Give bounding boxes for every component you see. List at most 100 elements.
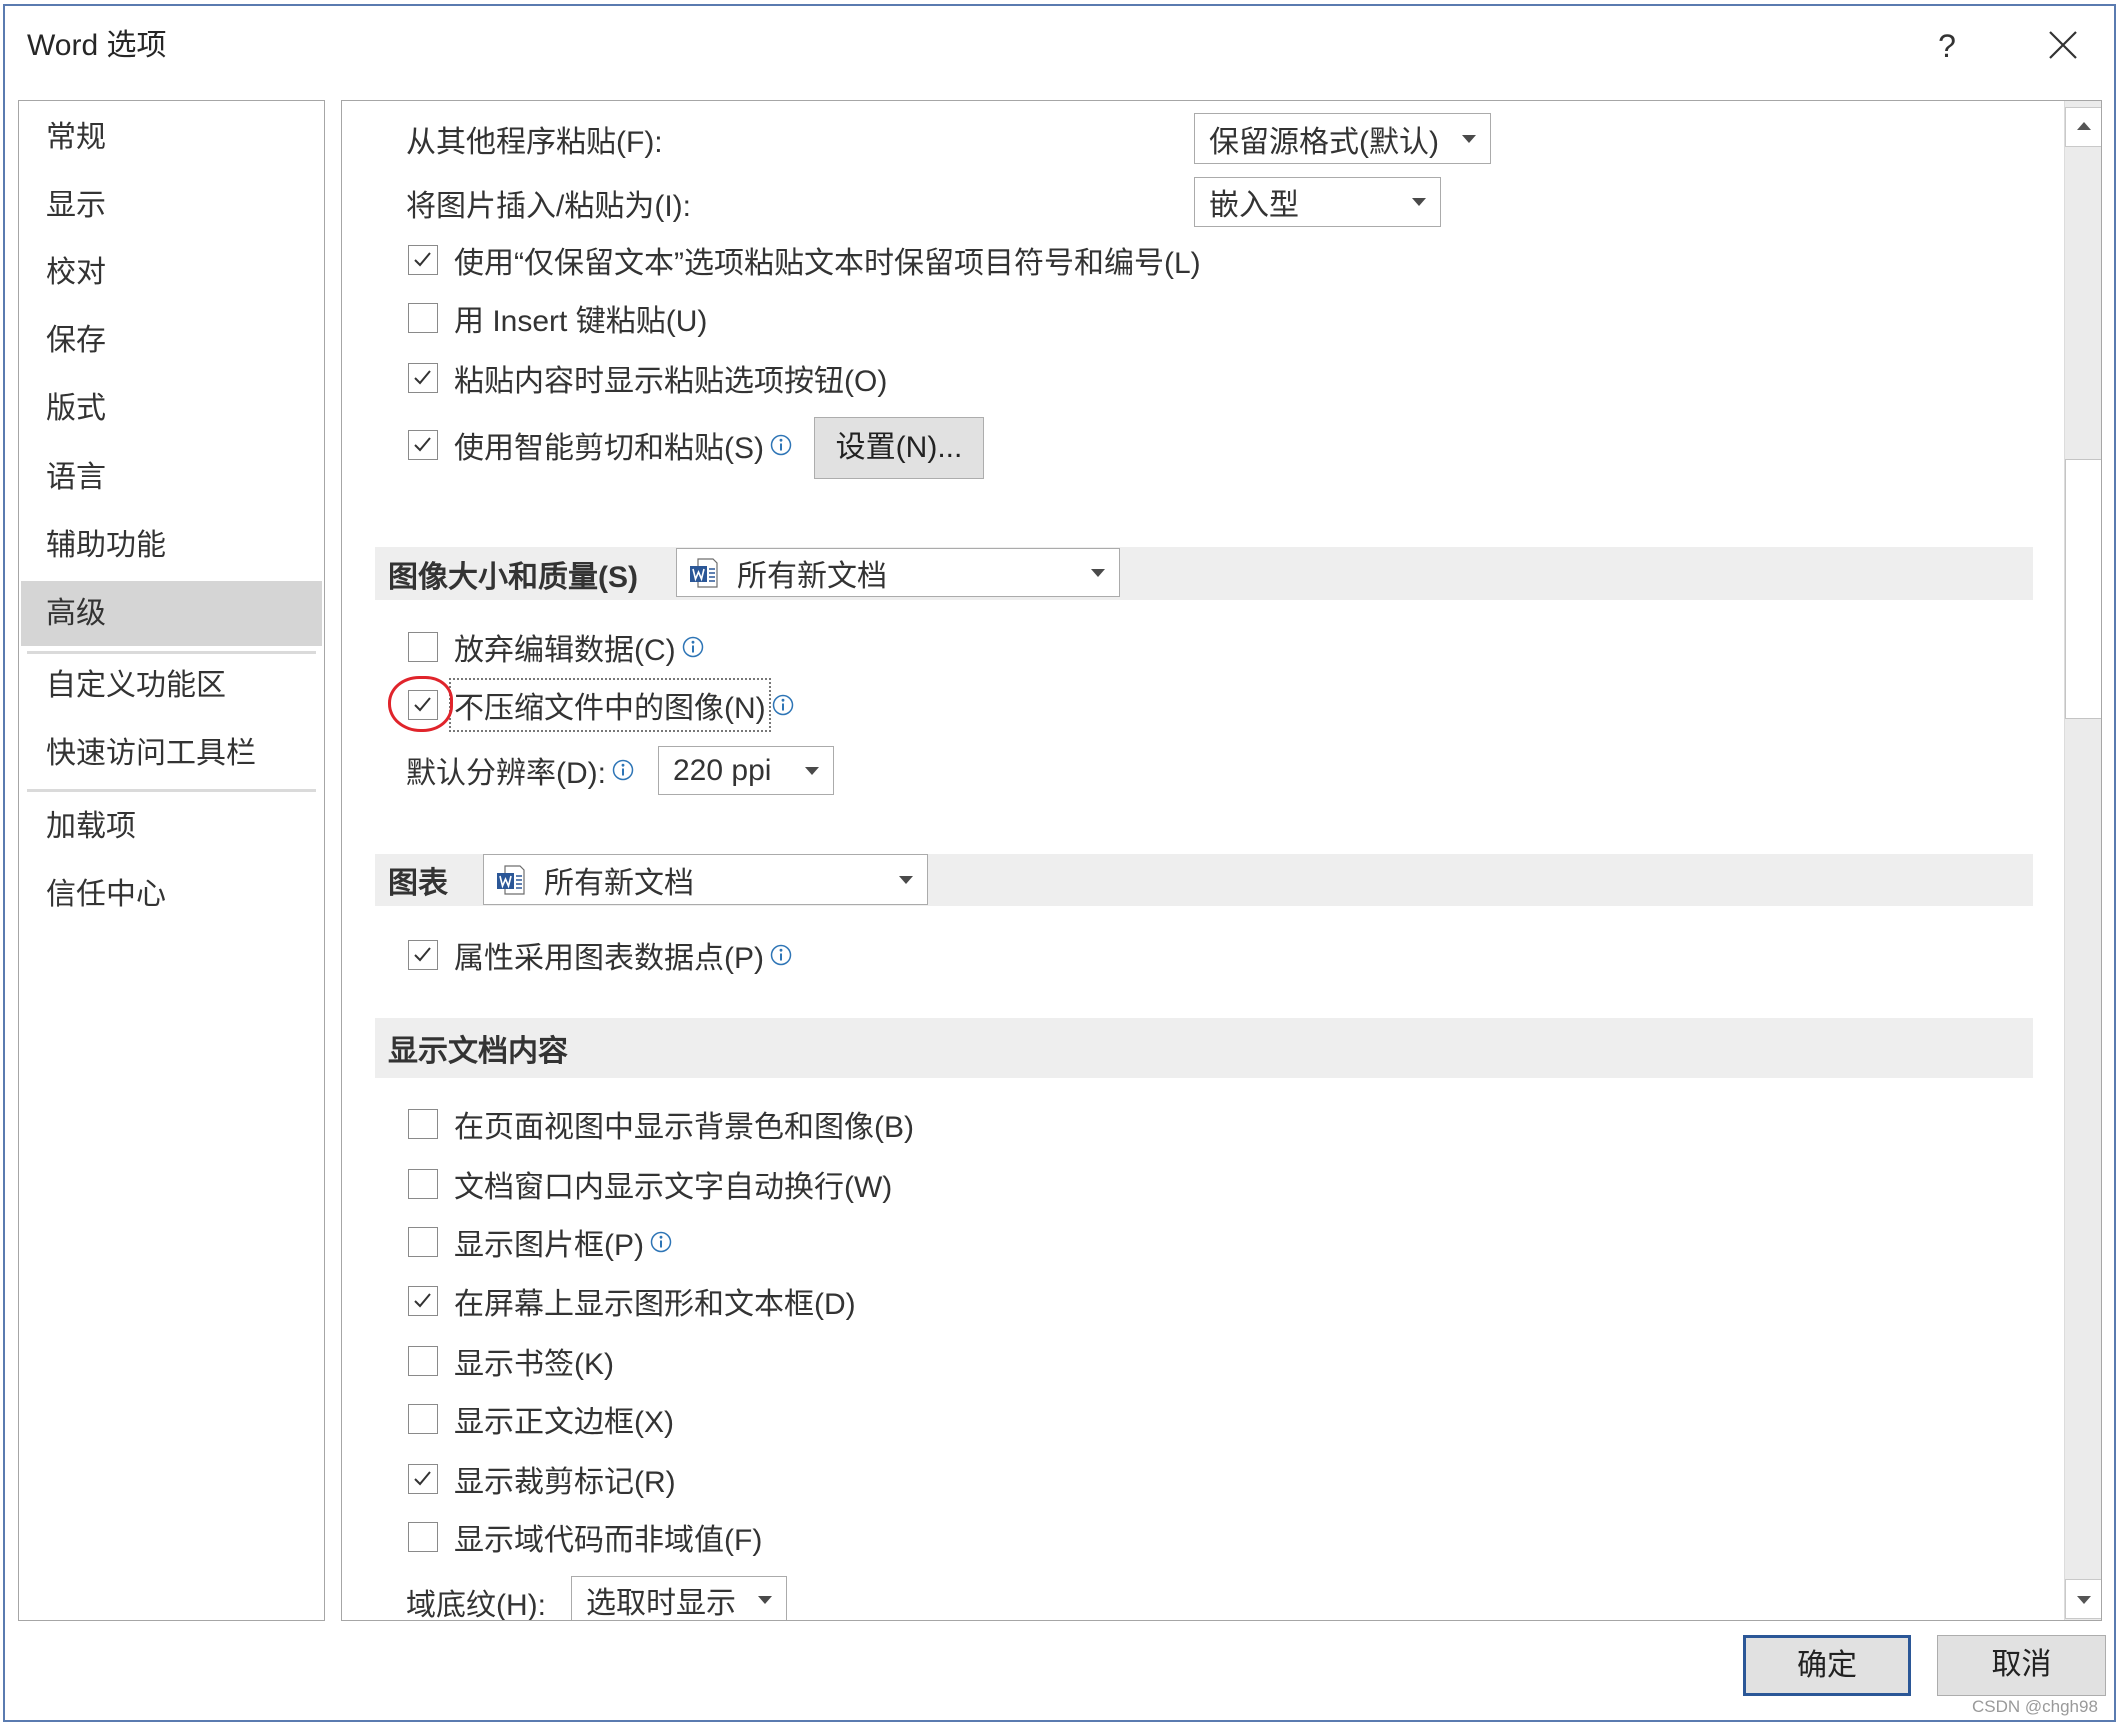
sidebar-item-quick-access-toolbar[interactable]: 快速访问工具栏 [21, 729, 322, 779]
show-document-content-title: 显示文档内容 [388, 1035, 568, 1068]
smart-cut-paste-label[interactable]: 使用智能剪切和粘贴(S) [454, 423, 764, 467]
discard-editing-data-label[interactable]: 放弃编辑数据(C) [454, 625, 676, 669]
discard-editing-data-row: 放弃编辑数据(C) [408, 625, 704, 669]
wrap-text-label[interactable]: 文档窗口内显示文字自动换行(W) [454, 1162, 892, 1206]
paste-options-button-checkbox[interactable] [408, 363, 438, 393]
text-boundaries-label[interactable]: 显示正文边框(X) [454, 1397, 674, 1441]
info-icon[interactable] [770, 434, 792, 456]
paste-other-row: 从其他程序粘贴(F): [406, 117, 663, 161]
chevron-down-icon [1091, 568, 1105, 577]
help-button[interactable]: ? [1925, 24, 1969, 68]
picture-placeholders-checkbox[interactable] [408, 1227, 438, 1257]
dialog-title: Word 选项 [27, 29, 167, 62]
insert-key-paste-checkbox[interactable] [408, 303, 438, 333]
field-codes-label[interactable]: 显示域代码而非域值(F) [454, 1515, 762, 1559]
insert-picture-value: 嵌入型 [1209, 189, 1299, 222]
scrollbar-thumb[interactable] [2065, 459, 2101, 719]
text-boundaries-checkbox[interactable] [408, 1404, 438, 1434]
sidebar-item-advanced[interactable]: 高级 [21, 581, 322, 646]
paste-options-button-label[interactable]: 粘贴内容时显示粘贴选项按钮(O) [454, 356, 887, 400]
default-resolution-dropdown[interactable]: 220 ppi [658, 746, 834, 795]
show-drawings-label[interactable]: 在屏幕上显示图形和文本框(D) [454, 1279, 856, 1323]
field-codes-row: 显示域代码而非域值(F) [408, 1515, 762, 1559]
info-icon[interactable] [682, 636, 704, 658]
sidebar-item-trust-center[interactable]: 信任中心 [21, 870, 322, 920]
field-codes-checkbox[interactable] [408, 1522, 438, 1552]
chart-data-point-checkbox[interactable] [408, 940, 438, 970]
cancel-button[interactable]: 取消 [1937, 1635, 2106, 1696]
scroll-up-button[interactable] [2065, 107, 2101, 147]
sidebar-item-general[interactable]: 常规 [21, 113, 322, 163]
show-background-checkbox[interactable] [408, 1109, 438, 1139]
chevron-down-icon [758, 1596, 772, 1604]
ok-button[interactable]: 确定 [1743, 1635, 1911, 1696]
crop-marks-row: 显示裁剪标记(R) [408, 1457, 676, 1501]
sidebar-item-layout[interactable]: 版式 [21, 384, 322, 434]
image-quality-document-dropdown[interactable]: 所有新文档 [676, 548, 1120, 597]
sidebar-divider [27, 789, 316, 792]
crop-marks-checkbox[interactable] [408, 1464, 438, 1494]
do-not-compress-images-row: 不压缩文件中的图像(N) [408, 678, 794, 732]
image-quality-title: 图像大小和质量(S) [388, 560, 638, 594]
smart-cut-paste-checkbox[interactable] [408, 430, 438, 460]
text-boundaries-row: 显示正文边框(X) [408, 1397, 674, 1441]
field-shading-row: 域底纹(H): [406, 1580, 546, 1621]
sidebar-item-display[interactable]: 显示 [21, 181, 322, 231]
sidebar-item-save[interactable]: 保存 [21, 316, 322, 366]
keep-bullets-label[interactable]: 使用“仅保留文本”选项粘贴文本时保留项目符号和编号(L) [454, 238, 1201, 282]
vertical-scrollbar[interactable] [2064, 101, 2101, 1620]
do-not-compress-images-checkbox[interactable] [408, 690, 438, 720]
image-quality-section-header: 图像大小和质量(S) [375, 547, 2033, 600]
checkmark-icon [414, 947, 431, 962]
insert-picture-dropdown[interactable]: 嵌入型 [1194, 177, 1441, 227]
wrap-text-checkbox[interactable] [408, 1169, 438, 1199]
chart-document-dropdown[interactable]: 所有新文档 [483, 854, 928, 905]
default-resolution-value: 220 ppi [673, 753, 772, 787]
checkmark-icon [414, 252, 431, 267]
field-shading-dropdown[interactable]: 选取时显示 [571, 1576, 787, 1620]
sidebar-item-language[interactable]: 语言 [21, 453, 322, 503]
paste-other-value: 保留源格式(默认) [1209, 125, 1439, 159]
show-bookmarks-label[interactable]: 显示书签(K) [454, 1339, 614, 1383]
info-icon[interactable] [650, 1231, 672, 1253]
show-document-content-section-header: 显示文档内容 [375, 1018, 2033, 1078]
close-button[interactable] [2040, 22, 2086, 68]
sidebar-item-accessibility[interactable]: 辅助功能 [21, 521, 322, 571]
discard-editing-data-checkbox[interactable] [408, 632, 438, 662]
default-resolution-row: 默认分辨率(D): [406, 748, 634, 792]
sidebar-item-proofing[interactable]: 校对 [21, 248, 322, 298]
chevron-down-icon [1462, 134, 1476, 143]
checkmark-icon [414, 370, 431, 385]
insert-picture-row: 将图片插入/粘贴为(I): [406, 181, 691, 225]
info-icon[interactable] [772, 694, 794, 716]
info-icon[interactable] [770, 944, 792, 966]
info-icon[interactable] [612, 759, 634, 781]
word-document-icon [690, 557, 718, 588]
field-shading-value: 选取时显示 [586, 1587, 736, 1620]
do-not-compress-images-label[interactable]: 不压缩文件中的图像(N) [449, 678, 771, 732]
paste-other-dropdown[interactable]: 保留源格式(默认) [1194, 113, 1491, 164]
insert-picture-label: 将图片插入/粘贴为(I): [406, 190, 691, 223]
picture-placeholders-row: 显示图片框(P) [408, 1220, 672, 1264]
chart-data-point-label[interactable]: 属性采用图表数据点(P) [454, 933, 764, 977]
sidebar-item-add-ins[interactable]: 加载项 [21, 802, 322, 852]
smart-cut-paste-settings-button[interactable]: 设置(N)... [814, 417, 984, 479]
show-background-label[interactable]: 在页面视图中显示背景色和图像(B) [454, 1102, 914, 1146]
sidebar-item-customize-ribbon[interactable]: 自定义功能区 [21, 661, 322, 711]
chevron-down-icon [899, 875, 913, 884]
watermark: CSDN @chgh98 [1972, 1697, 2098, 1716]
advanced-options-panel: 从其他程序粘贴(F): 保留源格式(默认) 将图片插入/粘贴为(I): 嵌入型 … [341, 100, 2102, 1621]
keep-bullets-checkbox[interactable] [408, 245, 438, 275]
chart-data-point-row: 属性采用图表数据点(P) [408, 933, 792, 977]
picture-placeholders-label[interactable]: 显示图片框(P) [454, 1220, 644, 1264]
scroll-down-button[interactable] [2065, 1579, 2101, 1619]
close-icon [2049, 31, 2077, 59]
field-shading-label: 域底纹(H): [406, 1589, 546, 1621]
crop-marks-label[interactable]: 显示裁剪标记(R) [454, 1457, 676, 1501]
show-bookmarks-checkbox[interactable] [408, 1346, 438, 1376]
show-drawings-checkbox[interactable] [408, 1286, 438, 1316]
chevron-down-icon [805, 766, 819, 775]
show-background-row: 在页面视图中显示背景色和图像(B) [408, 1102, 914, 1146]
insert-key-paste-label[interactable]: 用 Insert 键粘贴(U) [454, 296, 707, 340]
checkmark-icon [414, 1471, 431, 1486]
